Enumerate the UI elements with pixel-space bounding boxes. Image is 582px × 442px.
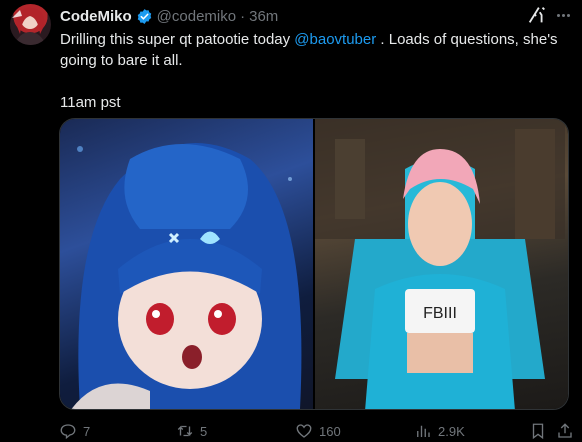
tweet-text: Drilling this super qt patootie today @b… — [60, 29, 570, 113]
media-image-right[interactable]: FBIII — [315, 119, 568, 409]
reply-icon — [60, 424, 76, 440]
retweet-button[interactable]: 5 — [176, 422, 207, 440]
share-icon — [558, 423, 572, 438]
reply-count: 7 — [83, 423, 91, 439]
verified-badge-icon — [136, 8, 153, 25]
grok-icon[interactable] — [526, 4, 548, 26]
reply-button[interactable]: 7 — [59, 422, 90, 440]
like-button[interactable]: 160 — [295, 422, 341, 440]
views-button[interactable]: 2.9K — [414, 422, 465, 440]
views-icon — [417, 425, 430, 437]
retweet-icon — [177, 425, 193, 437]
retweet-count: 5 — [200, 423, 208, 439]
share-button[interactable] — [556, 422, 574, 440]
avatar[interactable] — [10, 4, 51, 45]
anime-portrait-icon — [71, 143, 302, 409]
shirt-text: FBIII — [423, 305, 457, 322]
handle[interactable]: @codemiko — [157, 8, 236, 25]
timestamp[interactable]: 36m — [249, 8, 278, 25]
tweet-header: CodeMiko @codemiko · 36m — [60, 6, 278, 26]
separator-dot: · — [240, 7, 246, 25]
media-image-left[interactable] — [60, 119, 313, 409]
tweet-actions: 7 5 160 2.9K — [59, 420, 574, 442]
heart-icon — [296, 424, 312, 438]
display-name[interactable]: CodeMiko — [60, 8, 132, 25]
bookmark-button[interactable] — [529, 422, 547, 440]
avatar-image — [12, 7, 46, 45]
tweet-text-before: Drilling this super qt patootie today — [60, 31, 295, 48]
media-grid: FBIII — [59, 118, 569, 410]
view-count: 2.9K — [438, 423, 465, 439]
mention-link[interactable]: @baovtuber — [294, 31, 376, 48]
tweet-time-line: 11am pst — [60, 94, 121, 111]
more-options-icon[interactable] — [552, 4, 574, 26]
bookmark-icon — [532, 423, 544, 440]
avatar-3d-icon: FBIII — [315, 119, 565, 409]
tweet[interactable]: CodeMiko @codemiko · 36m Drilling this s… — [0, 0, 582, 442]
like-count: 160 — [319, 423, 341, 439]
